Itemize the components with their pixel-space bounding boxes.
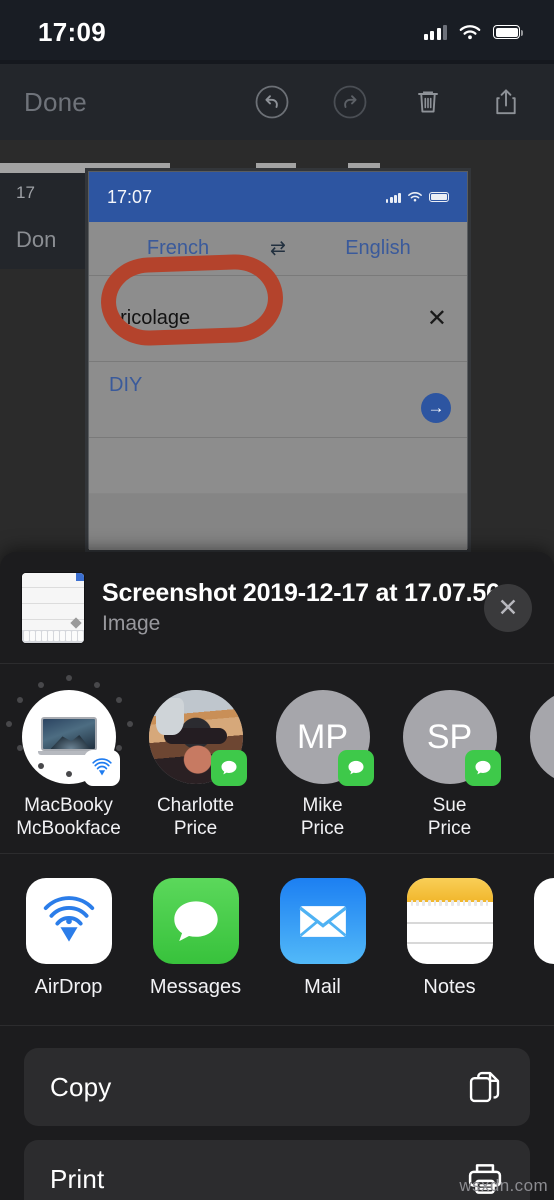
share-item-meta: Screenshot 2019-12-17 at 17.07.56 Image [102,579,500,636]
source-language[interactable]: French [101,237,255,260]
share-icon[interactable] [488,84,524,120]
app-notes[interactable]: Notes [386,878,513,999]
battery-full-icon [493,25,523,39]
action-label: Copy [50,1071,112,1102]
contact-partial[interactable]: P Wo [513,690,554,817]
suggested-contacts-row[interactable]: MacBooky McBookface Charlotte Price MP M… [0,664,554,854]
share-actions-list: Copy Print [0,1026,554,1200]
contact-name: Mike Price [263,794,383,840]
toolbar-actions [254,84,524,120]
trash-icon[interactable] [410,84,446,120]
contact-name-line1: Sue [432,795,467,816]
contact-macbooky-mcbookface[interactable]: MacBooky McBookface [5,675,133,840]
action-label: Print [50,1163,105,1194]
target-language[interactable]: English [301,237,455,260]
contact-name-line2: Price [427,818,472,839]
messages-badge-icon [464,750,501,786]
action-print[interactable]: Print [24,1140,530,1200]
app-label: Mail [304,976,341,998]
contact-name: Sue Price [390,794,510,840]
avatar: SP [402,690,501,786]
translate-input-text: bricolage [109,307,191,329]
status-bar-icons [423,24,523,41]
app-label: Messages [149,976,242,998]
share-item-subtitle: Image [102,612,161,635]
airdrop-icon [25,878,112,964]
contact-mike-price[interactable]: MP Mike Price [259,690,386,840]
swap-arrows-icon[interactable]: ⇄ [255,237,301,260]
translate-input-row[interactable]: bricolage ✕ [89,252,467,362]
status-bar: 17:09 [0,0,554,64]
preview-status-icons [385,191,449,203]
preview-clock: 17:07 [107,186,153,207]
status-bar-clock: 17:09 [38,16,106,47]
contact-name-line2: Price [300,818,345,839]
screenshot-thumbnail [22,572,84,643]
reminders-icon [533,878,554,964]
contact-name: Charlotte Price [136,794,256,840]
preview-status-bar: 17:07 [89,172,467,222]
avatar: P [529,690,554,784]
translation-text: DIY [109,374,143,396]
contact-name-line2: McBookface [16,818,121,839]
share-item-title: Screenshot 2019-12-17 at 17.07.56 [102,579,500,607]
done-button[interactable]: Done [24,87,87,118]
initials-avatar: P [529,690,554,784]
avatar [5,675,133,786]
share-sheet: Screenshot 2019-12-17 at 17.07.56 Image … [0,552,554,1200]
app-reminders[interactable]: Re [513,878,554,999]
app-messages[interactable]: Messages [132,878,259,999]
contact-name-line1: Charlotte [156,795,235,816]
signal-bars-icon [423,24,447,40]
watermark: wsxdn.com [459,1176,548,1195]
app-airdrop[interactable]: AirDrop [5,878,132,999]
contact-name-line1: Mike [302,795,343,816]
preview-empty-row [89,438,467,494]
share-apps-row[interactable]: AirDrop Messages Mail Notes [0,854,554,1026]
undo-icon[interactable] [254,84,290,120]
airdrop-badge-icon [83,750,120,786]
app-mail[interactable]: Mail [259,878,386,999]
preview-empty-row [89,494,467,550]
wifi-icon [408,192,422,202]
signal-bars-icon [385,192,401,203]
redo-icon[interactable] [332,84,368,120]
preview-app-body: French ⇄ English bricolage ✕ DIY → [89,222,467,550]
contact-name: Wo [517,794,554,817]
notes-icon [406,878,493,964]
action-copy[interactable]: Copy [24,1048,530,1126]
messages-badge-icon [337,750,374,786]
editor-toolbar: Done [0,64,554,140]
contact-name-line1: MacBooky [24,795,113,816]
battery-full-icon [429,192,449,202]
screenshot-preview-strip: 17:07 French ⇄ English bricolage ✕ DIY →… [0,163,554,555]
messages-badge-icon [210,750,247,786]
app-label: AirDrop [34,976,103,998]
contact-charlotte-price[interactable]: Charlotte Price [132,690,259,840]
app-label: Notes [423,976,476,998]
mail-icon [279,878,366,964]
avatar [148,690,247,786]
copy-icon [469,1071,500,1103]
avatar: MP [275,690,374,786]
contact-sue-price[interactable]: SP Sue Price [386,690,513,840]
arrow-right-circle-icon[interactable]: → [421,393,451,423]
clear-x-icon[interactable]: ✕ [427,306,447,331]
messages-icon [152,878,239,964]
contact-name-line2: Price [173,818,218,839]
contact-name: MacBooky McBookface [9,794,129,840]
language-selector-row: French ⇄ English [89,222,467,276]
screenshot-preview[interactable]: 17:07 French ⇄ English bricolage ✕ DIY → [88,171,468,550]
close-icon[interactable]: ✕ [484,583,532,632]
translate-result-row: DIY → [89,362,467,438]
share-sheet-header: Screenshot 2019-12-17 at 17.07.56 Image … [0,552,554,664]
wifi-icon [459,24,481,39]
